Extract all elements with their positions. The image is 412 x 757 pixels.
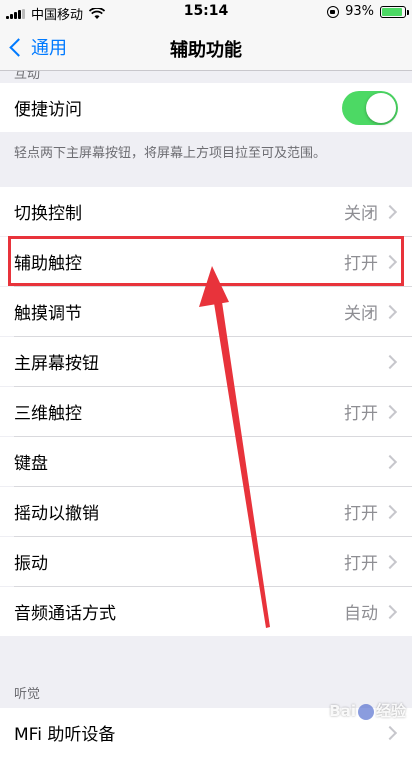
item-value: 自动: [344, 604, 378, 624]
item-value: 打开: [344, 404, 378, 424]
chevron-right-icon: [382, 404, 398, 419]
section-header-cut: 互动: [0, 71, 412, 83]
rotation-lock-icon: [327, 5, 340, 18]
toggle-knob: [366, 92, 396, 123]
item-label: 音频通话方式: [14, 604, 116, 624]
item-value: 关闭: [344, 204, 378, 224]
section-header-label: 互动: [14, 71, 41, 82]
navigation-bar: 通用 辅助功能: [0, 24, 412, 71]
item-value: 打开: [344, 554, 378, 574]
baidu-watermark: Bai 经验: [329, 700, 406, 721]
battery-icon: [380, 5, 409, 18]
chevron-right-icon: [382, 725, 398, 740]
highlight-box: [8, 236, 404, 286]
chevron-right-icon: [382, 554, 398, 569]
chevron-right-icon: [382, 504, 398, 519]
watermark-text-left: Bai: [329, 702, 356, 720]
battery-percent: 93%: [345, 4, 374, 19]
chevron-right-icon: [382, 354, 398, 369]
item-label: 三维触控: [14, 404, 82, 424]
page-title: 辅助功能: [170, 40, 242, 61]
list-item-vibration[interactable]: 振动 打开: [0, 537, 412, 586]
status-bar: 中国移动 15:14 93%: [0, 0, 412, 24]
list-item-home-button[interactable]: 主屏幕按钮: [0, 337, 412, 386]
chevron-right-icon: [382, 604, 398, 619]
item-value: 关闭: [344, 304, 378, 324]
list-item-touch-accommodations[interactable]: 触摸调节 关闭: [0, 287, 412, 336]
watermark-text-right: 经验: [375, 702, 406, 720]
list-item-keyboard[interactable]: 键盘: [0, 437, 412, 486]
item-label: 切换控制: [14, 204, 82, 224]
reachability-toggle[interactable]: [342, 90, 398, 125]
item-label: 振动: [14, 554, 48, 574]
item-label: MFi 助听设备: [14, 725, 116, 745]
item-label: 触摸调节: [14, 304, 82, 324]
reachability-label: 便捷访问: [14, 100, 82, 120]
list-item-shake-to-undo[interactable]: 摇动以撤销 打开: [0, 487, 412, 536]
chevron-right-icon: [382, 454, 398, 469]
list-item-call-audio-routing[interactable]: 音频通话方式 自动: [0, 587, 412, 636]
list-item-switch-control[interactable]: 切换控制 关闭: [0, 187, 412, 236]
status-right: 93%: [327, 4, 409, 19]
list-item-3d-touch[interactable]: 三维触控 打开: [0, 387, 412, 436]
section-header-hearing: 听觉: [14, 687, 41, 702]
battery-fill: [382, 7, 403, 16]
reachability-cell[interactable]: 便捷访问: [0, 83, 412, 132]
item-value: 打开: [344, 504, 378, 524]
item-label: 主屏幕按钮: [14, 354, 99, 374]
chevron-right-icon: [382, 204, 398, 219]
chevron-right-icon: [382, 304, 398, 319]
paw-logo-icon: [357, 703, 374, 720]
reachability-footnote: 轻点两下主屏幕按钮，将屏幕上方项目拉至可及范围。: [14, 146, 327, 161]
item-label: 摇动以撤销: [14, 504, 99, 524]
item-label: 键盘: [14, 454, 48, 474]
